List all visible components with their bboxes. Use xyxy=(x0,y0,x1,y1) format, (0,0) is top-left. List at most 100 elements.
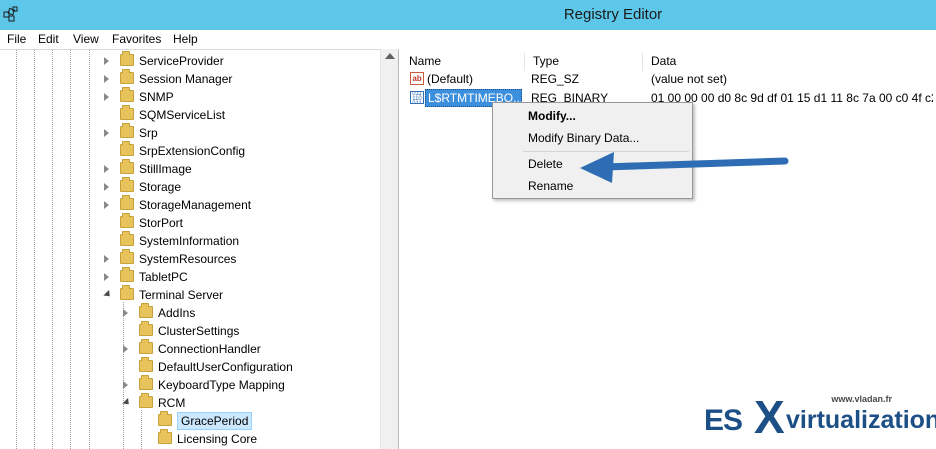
menu-file[interactable]: File xyxy=(7,32,26,46)
tree-node[interactable]: ClusterSettings xyxy=(0,321,378,340)
context-menu-modify[interactable]: Modify... xyxy=(494,106,691,126)
tree-node[interactable]: AddIns xyxy=(0,303,378,322)
folder-icon xyxy=(120,87,134,102)
esx-virtualization-logo: www.vladan.fr ES X virtualization xyxy=(700,388,936,449)
tree-node[interactable]: SystemResources xyxy=(0,249,378,268)
collapsed-arrow-icon[interactable] xyxy=(123,345,128,353)
context-menu-separator xyxy=(523,151,689,152)
column-header-data[interactable]: Data xyxy=(643,53,936,71)
collapsed-arrow-icon[interactable] xyxy=(104,183,109,191)
string-value-icon: ab xyxy=(410,72,424,85)
folder-icon xyxy=(139,357,153,372)
tree-node-label: GracePeriod xyxy=(177,412,253,430)
tree-node-label: ClusterSettings xyxy=(158,324,240,338)
tree-node[interactable]: ConnectionHandler xyxy=(0,339,378,358)
folder-icon xyxy=(120,285,134,300)
collapsed-arrow-icon[interactable] xyxy=(104,255,109,263)
value-name: (Default) xyxy=(427,72,474,86)
folder-icon xyxy=(139,375,153,390)
scroll-up-arrow-icon[interactable] xyxy=(385,53,395,59)
tree-node[interactable]: StorPort xyxy=(0,213,378,232)
tree-node-label: ServiceProvider xyxy=(139,54,224,68)
tree-vertical-scrollbar[interactable] xyxy=(380,49,398,449)
column-header-type[interactable]: Type xyxy=(525,53,643,71)
tree-node-label: SystemResources xyxy=(139,252,237,266)
menu-view[interactable]: View xyxy=(73,32,99,46)
collapsed-arrow-icon[interactable] xyxy=(123,381,128,389)
collapsed-arrow-icon[interactable] xyxy=(104,57,109,65)
tree-node-label: SrpExtensionConfig xyxy=(139,144,246,158)
folder-icon xyxy=(120,123,134,138)
folder-icon xyxy=(120,177,134,192)
logo-virtualization-text: virtualization xyxy=(786,406,936,434)
folder-icon xyxy=(120,51,134,66)
collapsed-arrow-icon[interactable] xyxy=(104,93,109,101)
tree-node-label: DefaultUserConfiguration xyxy=(158,360,293,374)
tree-node[interactable]: KeyboardType Mapping xyxy=(0,375,378,394)
menu-bar: File Edit View Favorites Help xyxy=(0,30,936,49)
value-context-menu: Modify... Modify Binary Data... Delete R… xyxy=(492,102,693,199)
logo-site-url: www.vladan.fr xyxy=(831,394,892,404)
tree-node-label: ConnectionHandler xyxy=(158,342,261,356)
tree-node-label: Licensing Core xyxy=(177,432,258,446)
folder-icon xyxy=(120,249,134,264)
collapsed-arrow-icon[interactable] xyxy=(104,75,109,83)
tree-node-label: StorageManagement xyxy=(139,198,252,212)
tree-node[interactable]: TabletPC xyxy=(0,267,378,286)
tree-node-label: Terminal Server xyxy=(139,288,224,302)
folder-icon xyxy=(120,213,134,228)
tree-node[interactable]: RCM xyxy=(0,393,378,412)
folder-icon xyxy=(120,159,134,174)
folder-icon xyxy=(120,105,134,120)
binary-value-icon: 011 110 011 xyxy=(410,91,424,104)
tree-node[interactable]: SystemInformation xyxy=(0,231,378,250)
folder-icon xyxy=(120,141,134,156)
tree-node-label: AddIns xyxy=(158,306,196,320)
value-type: REG_SZ xyxy=(531,72,580,86)
context-menu-rename[interactable]: Rename xyxy=(494,176,691,196)
tree-node-label: SystemInformation xyxy=(139,234,240,248)
tree-node[interactable]: StillImage xyxy=(0,159,378,178)
tree-node[interactable]: Storage xyxy=(0,177,378,196)
tree-node-label: StorPort xyxy=(139,216,184,230)
tree-node[interactable]: ServiceProvider xyxy=(0,51,378,70)
collapsed-arrow-icon[interactable] xyxy=(104,201,109,209)
registry-key-tree[interactable]: ServiceProvider Session Manager SNMP SQMSer… xyxy=(0,49,399,449)
folder-icon xyxy=(158,429,172,444)
value-data: (value not set) xyxy=(651,72,728,86)
tree-node-label: SNMP xyxy=(139,90,174,104)
collapsed-arrow-icon[interactable] xyxy=(104,129,109,137)
collapsed-arrow-icon[interactable] xyxy=(104,165,109,173)
tree-node[interactable]: SQMServiceList xyxy=(0,105,378,124)
column-header-name[interactable]: Name xyxy=(401,53,525,71)
tree-node-label: StillImage xyxy=(139,162,192,176)
folder-icon xyxy=(139,303,153,318)
tree-node[interactable]: DefaultUserConfiguration xyxy=(0,357,378,376)
context-menu-delete[interactable]: Delete xyxy=(494,154,691,174)
tree-node[interactable]: GracePeriod xyxy=(0,411,378,430)
folder-icon xyxy=(158,411,172,426)
folder-icon xyxy=(139,393,153,408)
tree-node[interactable]: Session Manager xyxy=(0,69,378,88)
tree-node[interactable]: StorageManagement xyxy=(0,195,378,214)
collapsed-arrow-icon[interactable] xyxy=(104,273,109,281)
tree-node-label: Storage xyxy=(139,180,182,194)
collapsed-arrow-icon[interactable] xyxy=(123,309,128,317)
menu-favorites[interactable]: Favorites xyxy=(112,32,161,46)
tree-node-label: Session Manager xyxy=(139,72,233,86)
tree-node[interactable]: Srp xyxy=(0,123,378,142)
expanded-arrow-icon[interactable] xyxy=(103,289,113,300)
context-menu-modify-binary[interactable]: Modify Binary Data... xyxy=(494,128,691,148)
menu-help[interactable]: Help xyxy=(173,32,198,46)
expanded-arrow-icon[interactable] xyxy=(122,397,132,408)
tree-node-label: KeyboardType Mapping xyxy=(158,378,285,392)
tree-node[interactable]: SrpExtensionConfig xyxy=(0,141,378,160)
logo-es-text: ES xyxy=(704,404,743,437)
tree-node[interactable]: Licensing Core xyxy=(0,429,378,448)
tree-node[interactable]: SNMP xyxy=(0,87,378,106)
tree-node[interactable]: Terminal Server xyxy=(0,285,378,304)
window-title: Registry Editor xyxy=(563,6,663,23)
value-row-default[interactable]: ab (Default) REG_SZ (value not set) xyxy=(401,70,936,88)
folder-icon xyxy=(120,267,134,282)
menu-edit[interactable]: Edit xyxy=(38,32,59,46)
